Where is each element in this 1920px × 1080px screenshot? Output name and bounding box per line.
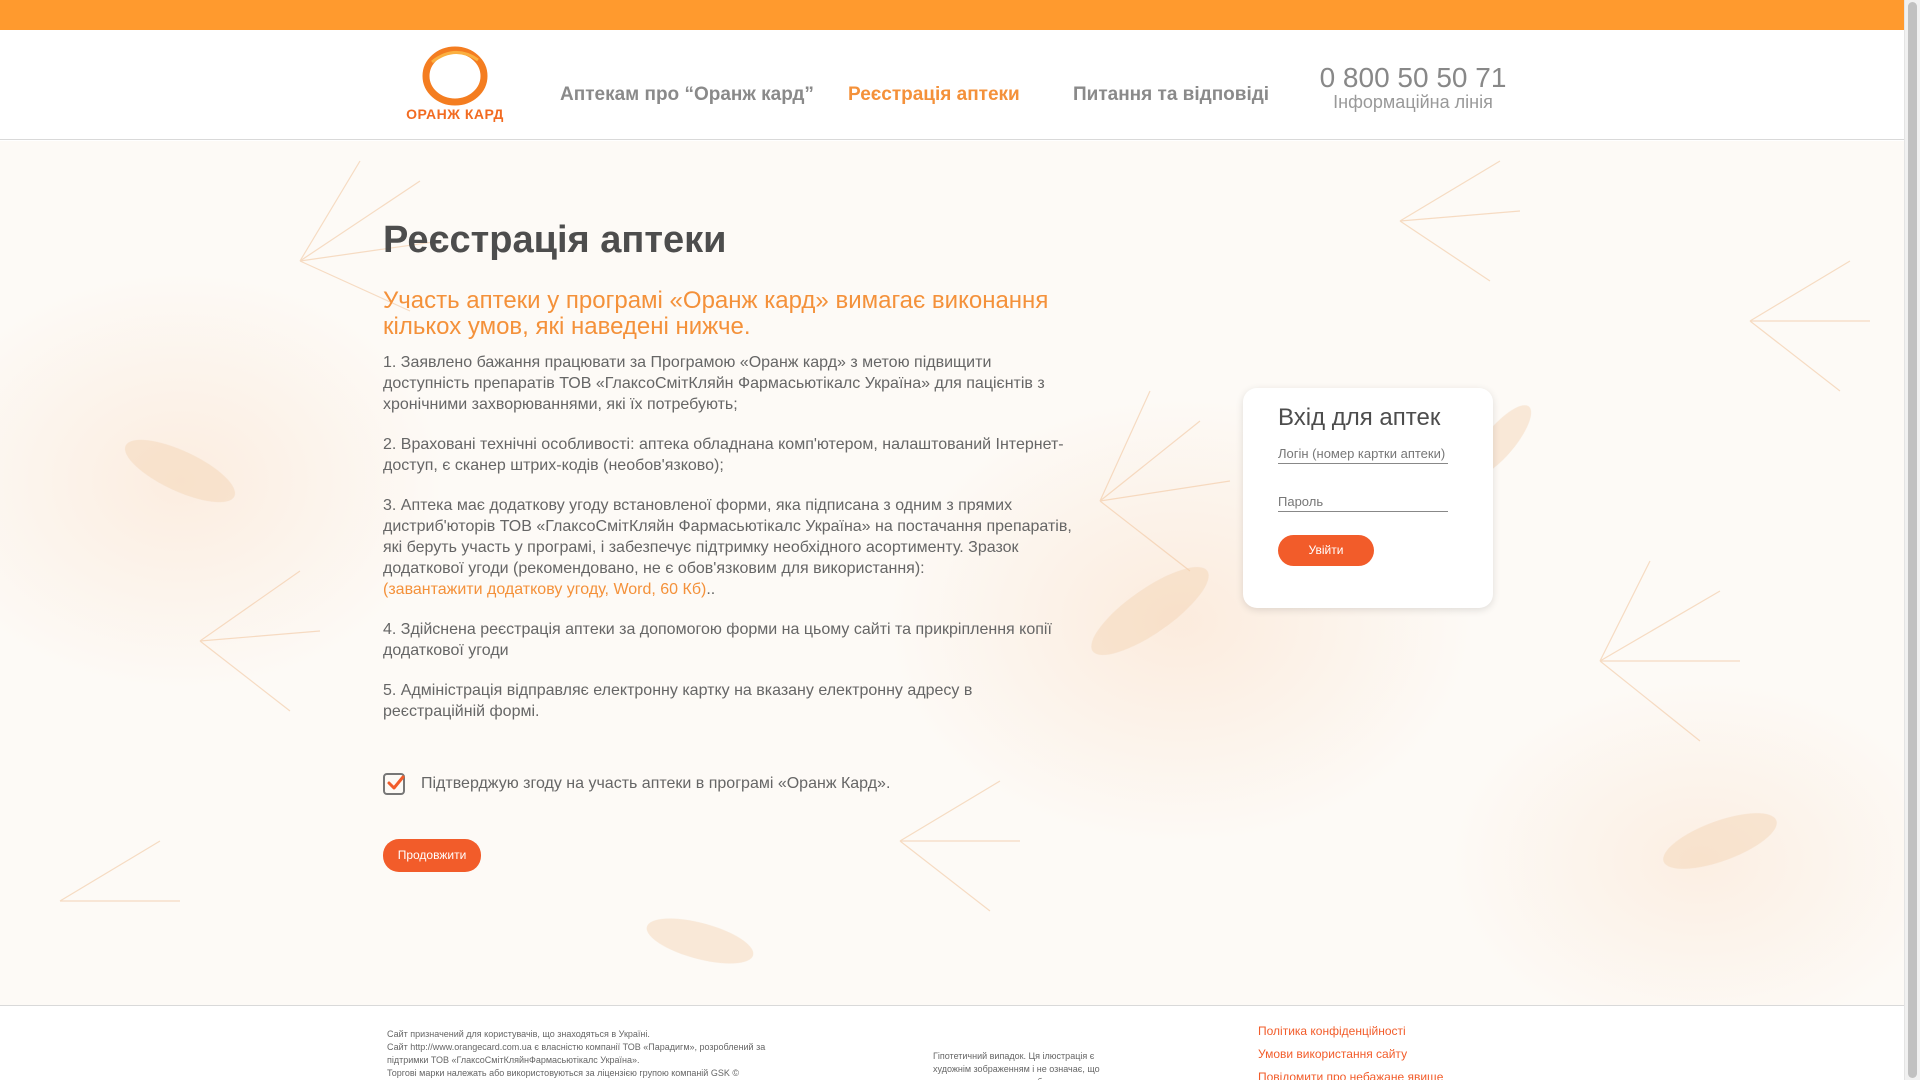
- footer-legal-line: Сайт призначений для користувачів, що зн…: [387, 1029, 650, 1039]
- login-submit-button[interactable]: Увійти: [1278, 535, 1374, 566]
- footer-links: Політика конфіденційності Умови використ…: [1258, 1020, 1443, 1080]
- conditions-list: 1. Заявлено бажання працювати за Програм…: [383, 352, 1073, 741]
- intro-text: Участь аптеки у програмі «Оранж кард» ви…: [383, 287, 1049, 340]
- privacy-policy-link[interactable]: Політика конфіденційності: [1258, 1020, 1443, 1043]
- login-field[interactable]: Логін (номер картки аптеки): [1278, 446, 1448, 464]
- condition-item: 2. Враховані технічні особливості: аптек…: [383, 436, 1064, 474]
- nav-item-pharmacies-about[interactable]: Аптекам про “Оранж кард”: [560, 84, 814, 106]
- hotline-caption: Інформаційна лінія: [1333, 92, 1493, 112]
- brand-name: ОРАНЖ КАРД: [406, 106, 504, 122]
- condition-item: 5. Адміністрація відправляє електронну к…: [383, 682, 973, 720]
- condition-item: 4. Здійснена реєстрація аптеки за допомо…: [383, 621, 1052, 659]
- page-scrollbar[interactable]: [1904, 0, 1920, 1080]
- terms-of-use-link[interactable]: Умови використання сайту: [1258, 1043, 1443, 1066]
- agree-checkbox[interactable]: [383, 773, 405, 795]
- site-footer: Сайт призначений для користувачів, що зн…: [0, 1005, 1904, 1080]
- hotline: 0 800 50 50 71 Інформаційна лінія: [1318, 62, 1508, 113]
- download-link-suffix: ..: [706, 581, 716, 598]
- pharmacy-login-panel: Вхід для аптек Логін (номер картки аптек…: [1243, 388, 1493, 608]
- login-title: Вхід для аптек: [1278, 404, 1441, 431]
- nav-item-faq[interactable]: Питання та відповіді: [1073, 84, 1269, 106]
- agree-label[interactable]: Підтверджую згоду на участь аптеки в про…: [421, 775, 890, 793]
- page-title: Реєстрація аптеки: [383, 219, 727, 261]
- footer-legal: Сайт призначений для користувачів, що зн…: [387, 1028, 797, 1080]
- download-agreement-link[interactable]: (завантажити додаткову угоду, Word, 60 К…: [383, 581, 706, 598]
- condition-item-with-link: 3. Аптека має додаткову угоду встановлен…: [383, 495, 1073, 600]
- footer-legal-line: Сайт http://www.orangecard.com.ua є влас…: [387, 1042, 766, 1065]
- top-accent-bar: [0, 0, 1904, 30]
- condition-item: 1. Заявлено бажання працювати за Програм…: [383, 354, 1045, 413]
- orange-ring-icon: [422, 46, 488, 106]
- main-content: Реєстрація аптеки Участь аптеки у програ…: [0, 141, 1904, 1005]
- password-field[interactable]: Пароль: [1278, 494, 1448, 512]
- site-header: ОРАНЖ КАРД Аптекам про “Оранж кард” Реєс…: [0, 30, 1904, 140]
- brand-logo[interactable]: ОРАНЖ КАРД: [405, 46, 505, 126]
- continue-button[interactable]: Продовжити: [383, 839, 481, 872]
- check-icon: [387, 775, 405, 790]
- nav-item-pharmacy-registration[interactable]: Реєстрація аптеки: [848, 84, 1020, 106]
- scrollbar-thumb[interactable]: [1908, 2, 1917, 1078]
- report-adverse-event-link[interactable]: Повідомити про небажане явище: [1258, 1066, 1443, 1080]
- agree-row: Підтверджую згоду на участь аптеки в про…: [383, 771, 890, 797]
- footer-legal-line: Торгові марки належать або використовуют…: [387, 1068, 739, 1078]
- condition-text: 3. Аптека має додаткову угоду встановлен…: [383, 497, 1072, 577]
- footer-disclaimer: Гіпотетичний випадок. Ця ілюстрація є ху…: [933, 1051, 1100, 1080]
- hotline-number: 0 800 50 50 71: [1319, 62, 1507, 93]
